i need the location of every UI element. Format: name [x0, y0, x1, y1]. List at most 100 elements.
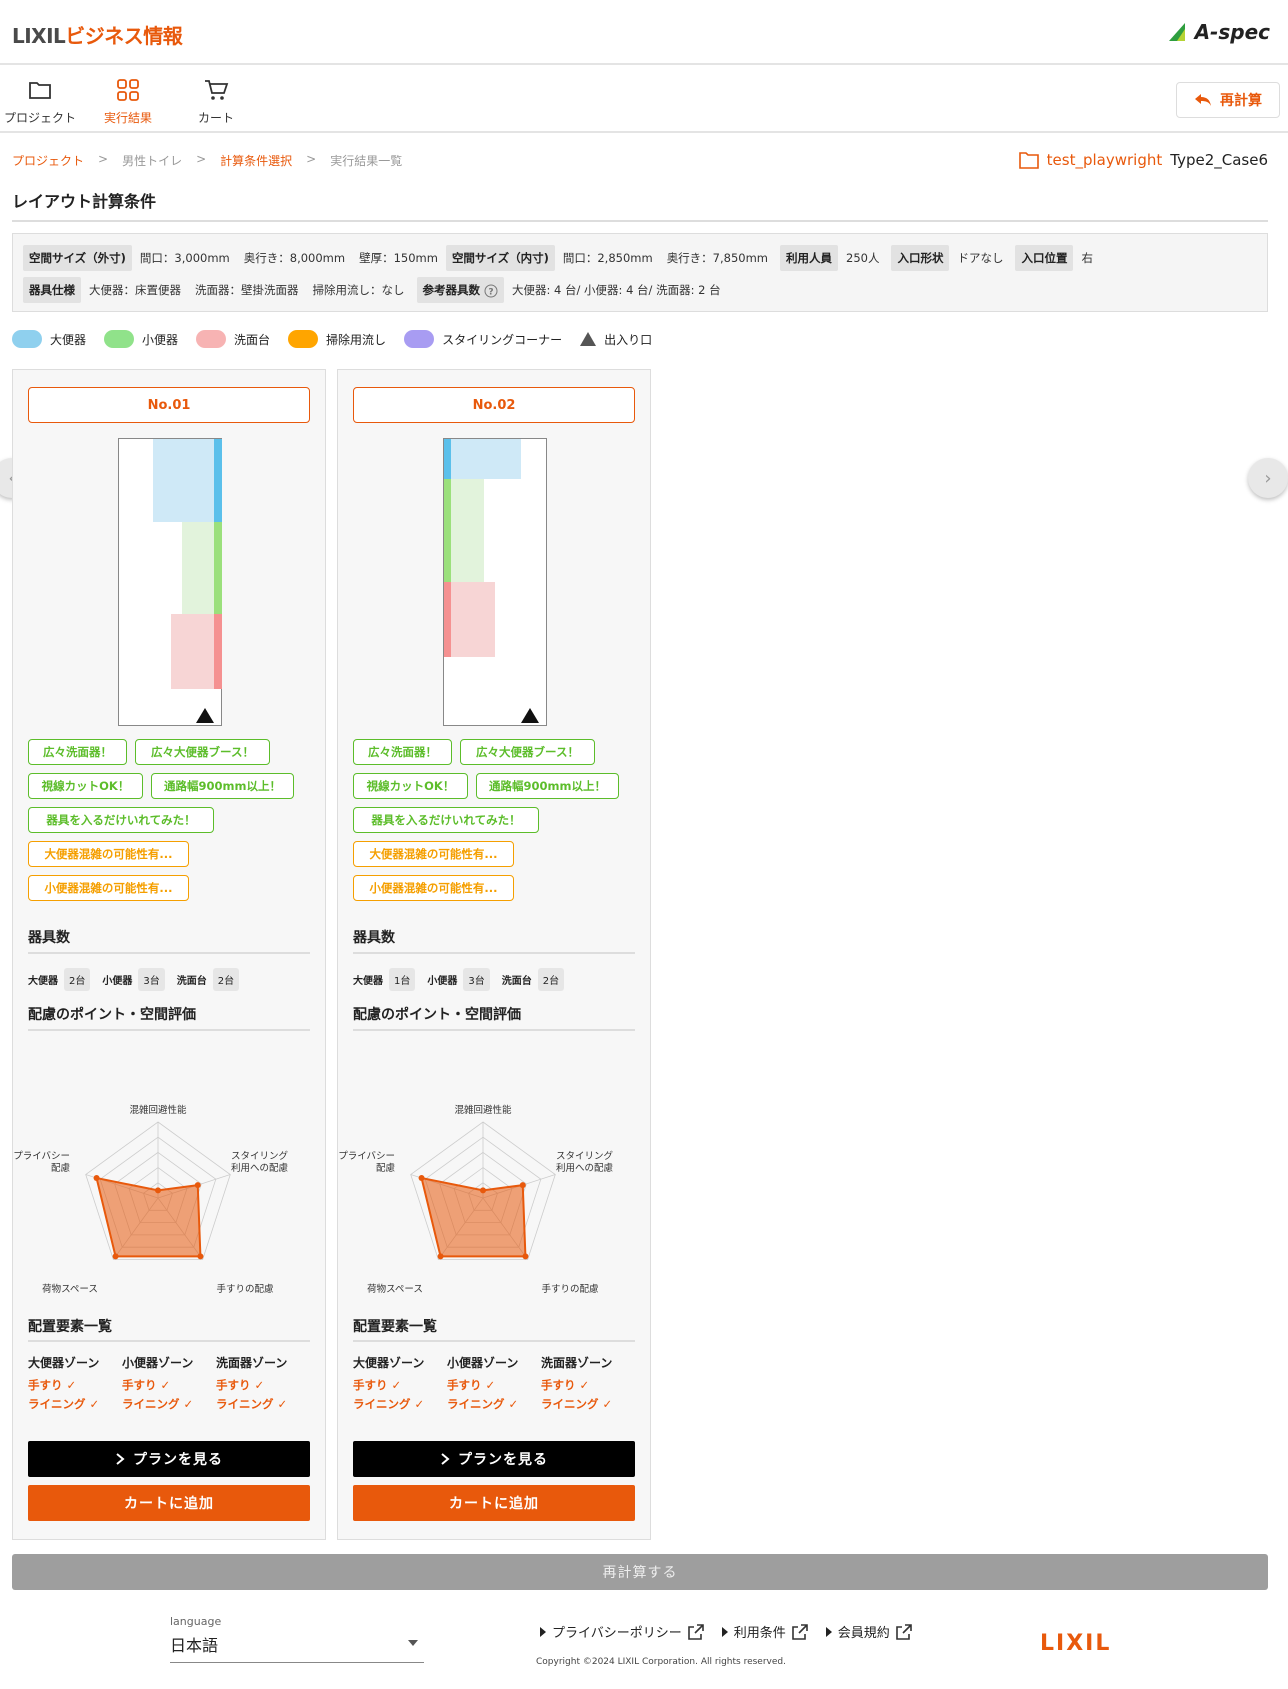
breadcrumb-sep: >: [98, 152, 109, 166]
add-to-cart-button[interactable]: カートに追加: [28, 1485, 310, 1521]
basin-zone: [171, 614, 215, 689]
element-col-urinal: 小便器ゾーン 手すり ✓ ライニング ✓: [447, 1354, 541, 1415]
legend-swatch: [404, 330, 435, 348]
project-title[interactable]: test_playwright: [1047, 151, 1163, 169]
nav-project[interactable]: プロジェクト: [0, 77, 80, 126]
conditions-row-1: 空間サイズ（外寸) 間口：3,000mm 奥行き：8,000mm 壁厚：150m…: [23, 245, 1093, 271]
element-head: 洗面器ゾーン: [541, 1356, 613, 1370]
chip-toilet-congestion: 大便器混雑の可能性有...: [353, 841, 514, 867]
basin-lining: [214, 614, 222, 689]
chevron-right-icon: [116, 1453, 125, 1465]
chip-aisle-width: 通路幅900mm以上！: [151, 773, 294, 799]
legend-item-entrance: 出入り口: [580, 331, 652, 348]
recalc-button[interactable]: 再計算: [1176, 82, 1280, 118]
element-item: 手すり ✓: [28, 1377, 122, 1393]
help-icon[interactable]: ?: [484, 284, 498, 298]
evaluation-title: 配慮のポイント・空間評価: [28, 1007, 196, 1023]
count-label: 小便器: [102, 976, 133, 987]
radar-area: [95, 1176, 202, 1258]
membership-terms-link[interactable]: 会員規約: [825, 1622, 912, 1641]
legend-item-urinal: 小便器: [104, 330, 178, 348]
lixil-business-logo[interactable]: LIXILビジネス情報: [12, 20, 183, 49]
fixture-counts: 大便器 2台 小便器 3台 洗面台 2台: [28, 968, 245, 991]
element-item: 手すり ✓: [447, 1377, 541, 1393]
users-value: 250人: [846, 251, 880, 265]
inner-size-tag: 空間サイズ（内寸): [445, 245, 555, 271]
radar-axis-label: 手すりの配慮: [541, 1283, 599, 1295]
radar-point: [519, 1182, 526, 1189]
outer-depth: 奥行き：8,000mm: [243, 251, 346, 265]
aspec-mark-icon: [1168, 23, 1185, 41]
element-head: 小便器ゾーン: [122, 1356, 194, 1370]
aspec-logo: A-spec: [1167, 20, 1270, 44]
chip-urinal-congestion: 小便器混雑の可能性有...: [28, 875, 189, 901]
add-to-cart-button[interactable]: カートに追加: [353, 1485, 635, 1521]
project-name: test_playwright Type2_Case6: [1018, 151, 1268, 169]
check-icon: ✓: [485, 1378, 496, 1392]
nav-cart[interactable]: カート: [176, 77, 256, 126]
recalculate-button[interactable]: 再計算する: [12, 1554, 1268, 1590]
basin-spec: 洗面器：壁掛洗面器: [195, 283, 299, 297]
wall-thickness: 壁厚：150mm: [359, 251, 438, 265]
element-item: 手すり ✓: [216, 1377, 310, 1393]
elements-title: 配置要素一覧: [353, 1319, 437, 1335]
language-dropdown[interactable]: 日本語: [170, 1632, 424, 1663]
element-col-toilet: 大便器ゾーン 手すり ✓ ライニング ✓: [353, 1354, 447, 1415]
language-select[interactable]: language 日本語: [170, 1615, 424, 1663]
entry-pos-value: 右: [1081, 251, 1093, 265]
radar-point: [480, 1187, 486, 1194]
breadcrumb-conditions[interactable]: 計算条件選択: [220, 152, 292, 169]
radar-axis-label: 荷物スペース: [367, 1283, 423, 1295]
inner-depth: 奥行き：7,850mm: [666, 251, 769, 265]
caret-right-icon: [825, 1626, 832, 1637]
check-icon: ✓: [160, 1378, 171, 1392]
view-plan-button[interactable]: プランを見る: [353, 1441, 635, 1477]
divider: [353, 1340, 635, 1342]
nav-results-label: 実行結果: [103, 111, 152, 125]
divider: [28, 1340, 310, 1342]
breadcrumb-sep: >: [196, 152, 207, 166]
breadcrumb-project[interactable]: プロジェクト: [12, 152, 84, 169]
privacy-policy-link[interactable]: プライバシーポリシー: [540, 1622, 704, 1641]
legend-swatch: [104, 330, 135, 348]
breadcrumb-sep: >: [306, 152, 317, 166]
toilet-lining: [444, 439, 451, 479]
chevron-right-icon: [441, 1453, 450, 1465]
legend-label: スタイリングコーナー: [442, 332, 563, 347]
urinal-lining: [444, 479, 451, 582]
privacy-policy-label: プライバシーポリシー: [552, 1626, 682, 1641]
count-value: 3台: [138, 968, 165, 991]
grid-icon: [117, 79, 139, 101]
radar-point: [155, 1187, 161, 1194]
nav-results[interactable]: 実行結果: [88, 77, 168, 126]
count-label: 洗面台: [501, 976, 532, 987]
terms-link[interactable]: 利用条件: [721, 1622, 808, 1641]
external-link-icon: [895, 1623, 912, 1640]
reply-arrow-icon: [1195, 94, 1211, 106]
legend-item-toilet: 大便器: [12, 330, 86, 348]
card-number-button[interactable]: No.02: [353, 387, 635, 423]
legend-item-styling: スタイリングコーナー: [404, 330, 562, 348]
radar-axis-label: 利用への配慮: [556, 1162, 614, 1174]
element-head: 洗面器ゾーン: [216, 1356, 288, 1370]
element-item-label: 手すり: [122, 1378, 157, 1392]
legend: 大便器 小便器 洗面台 掃除用流し スタイリングコーナー 出入り口: [12, 330, 662, 348]
chip-urinal-congestion: 小便器混雑の可能性有...: [353, 875, 514, 901]
footer-links: プライバシーポリシー 利用条件 会員規約: [540, 1622, 912, 1641]
nav-project-label: プロジェクト: [3, 111, 76, 125]
ref-count-tag: 参考器具数 ?: [416, 277, 505, 303]
ref-count-value: 大便器: 4 台/ 小便器: 4 台/ 洗面器: 2 台: [512, 283, 721, 297]
result-card-1: No.01 広々洗面器！ 広々大便器ブース！ 視線カットOK！ 通路幅900mm…: [12, 369, 326, 1540]
element-item-label: 手すり: [216, 1378, 251, 1392]
card-number-button[interactable]: No.01: [28, 387, 310, 423]
next-arrow-button[interactable]: ›: [1248, 458, 1288, 498]
element-item-label: 手すり: [353, 1378, 388, 1392]
element-item: ライニング ✓: [216, 1396, 310, 1412]
layout-diagram[interactable]: [118, 438, 222, 726]
layout-diagram[interactable]: [443, 438, 547, 726]
fixture-spec-tag: 器具仕様: [23, 277, 81, 303]
urinal-zone: [182, 522, 215, 614]
radar-axis-label: 利用への配慮: [231, 1162, 289, 1174]
view-plan-button[interactable]: プランを見る: [28, 1441, 310, 1477]
lixil-footer-logo[interactable]: LIXIL: [1040, 1631, 1111, 1656]
